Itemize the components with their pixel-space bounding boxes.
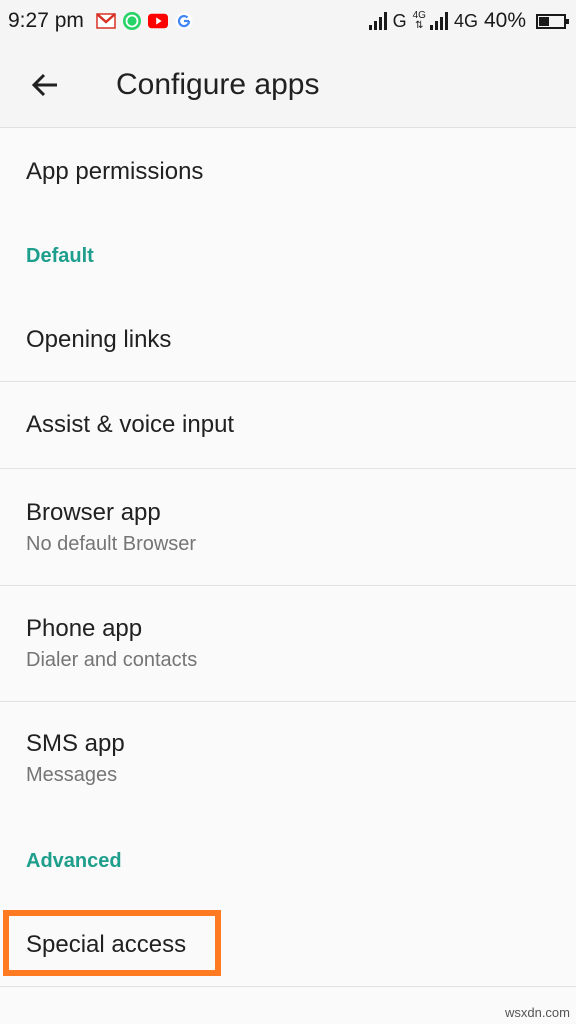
back-button[interactable]: [0, 42, 90, 128]
section-header-advanced: Advanced: [26, 850, 122, 872]
status-bar: 9:27 pm G 4G ⇅ 4G 40%: [0, 0, 576, 42]
assist-voice-input-label: Assist & voice input: [26, 411, 235, 438]
youtube-icon: [147, 11, 168, 31]
battery-percent: 40%: [483, 9, 526, 32]
list-item-opening-links[interactable]: Opening links: [0, 298, 576, 382]
sms-app-summary: Messages: [26, 763, 118, 786]
status-left: 9:27 pm: [8, 9, 194, 33]
watermark: wsxdn.com: [504, 1005, 570, 1020]
sms-app-label: SMS app: [26, 729, 125, 757]
status-right: G 4G ⇅ 4G 40%: [368, 9, 569, 33]
phone-app-summary: Dialer and contacts: [26, 649, 198, 671]
status-time: 9:27 pm: [8, 9, 84, 32]
network-type-2: 4G: [453, 10, 478, 31]
signal-icon: [368, 12, 387, 30]
network-type-1: G: [392, 10, 407, 31]
list-item-phone-app[interactable]: Phone app Dialer and contacts: [0, 586, 576, 702]
toolbar: Configure apps: [0, 42, 576, 128]
highlight-box: [3, 910, 221, 976]
gmail-icon: [96, 11, 116, 31]
battery-icon: [536, 13, 569, 29]
whatsapp-icon: [122, 11, 142, 31]
browser-app-summary: No default Browser: [26, 532, 197, 555]
signal-icon-2: [429, 12, 448, 30]
list-item-browser-app[interactable]: Browser app No default Browser: [0, 469, 576, 586]
back-arrow-icon: [31, 73, 57, 96]
page-title: Configure apps: [116, 67, 320, 101]
section-header-default: Default: [26, 245, 94, 267]
divider: [0, 986, 576, 987]
list-item-sms-app[interactable]: SMS app Messages: [0, 702, 576, 814]
network-type-small: 4G ⇅: [412, 10, 426, 31]
list-item-assist-voice-input[interactable]: Assist & voice input: [0, 382, 576, 469]
app-permissions-label: App permissions: [26, 158, 204, 185]
phone-app-label: Phone app: [26, 615, 143, 642]
opening-links-label: Opening links: [26, 325, 172, 353]
battery-fill: [539, 16, 549, 26]
list-item-app-permissions[interactable]: App permissions: [0, 128, 576, 216]
google-icon: [174, 11, 194, 31]
browser-app-label: Browser app: [26, 498, 161, 526]
